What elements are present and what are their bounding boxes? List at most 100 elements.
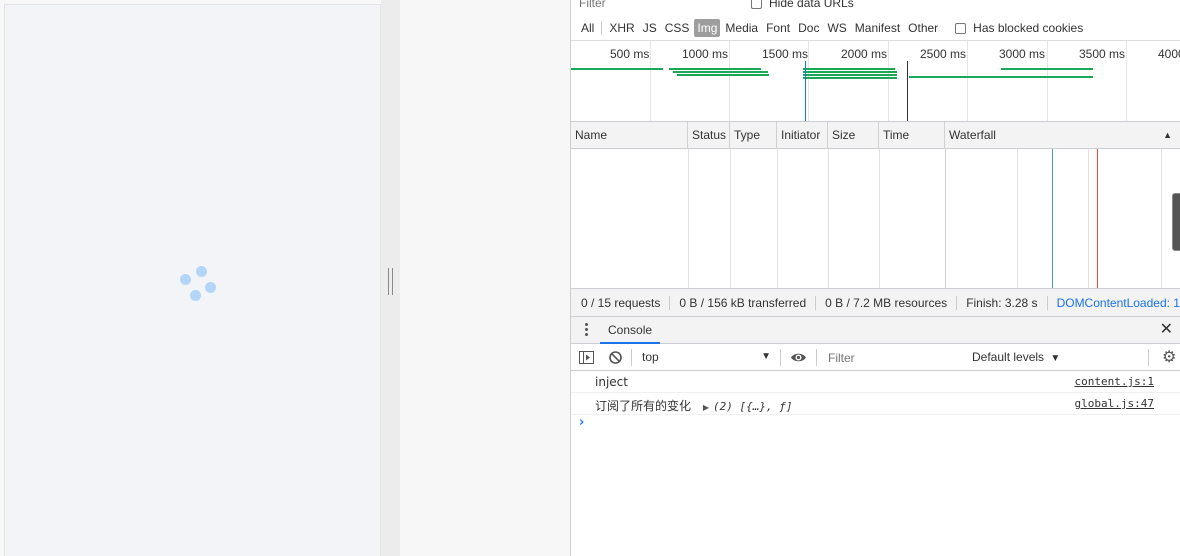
network-filter-input[interactable] [577,0,737,10]
network-filter-row: Hide data URLs [571,0,1180,12]
console-message-source-link[interactable]: global.js:47 [1075,397,1154,410]
column-waterfall[interactable]: Waterfall [945,122,1180,149]
waterfall-scrollbar[interactable] [1172,193,1180,251]
live-expression-eye-icon[interactable] [790,350,807,365]
overview-request-bar [1001,68,1093,70]
column-divider [828,149,829,288]
console-message: 订阅了所有的变化 ▶ (2) [{…}, ƒ] global.js:47 [571,393,1180,415]
execution-context-value: top [642,350,659,364]
column-divider [688,149,689,288]
type-filter-separator [601,21,603,35]
type-filter-img[interactable]: Img [694,19,721,37]
hide-data-urls-checkbox[interactable] [751,0,762,9]
console-message-source-link[interactable]: content.js:1 [1075,375,1154,388]
toolbar-separator [1148,349,1149,366]
type-filter-ws[interactable]: WS [824,19,849,37]
network-overview-timeline[interactable]: 500 ms 1000 ms 1500 ms 2000 ms 2500 ms 3… [571,40,1180,122]
loading-spinner [177,264,219,304]
requests-table-header: Name Status Type Initiator Size Time Wat… [571,121,1180,149]
overview-request-bar [571,68,663,70]
column-divider [945,149,946,288]
console-filter-input[interactable] [825,348,963,367]
toolbar-separator [780,349,781,366]
more-tabs-icon[interactable] [584,322,590,338]
type-filter-doc[interactable]: Doc [795,19,822,37]
summary-transferred: 0 B / 156 kB transferred [679,295,817,310]
timeline-gridline [888,41,889,122]
timeline-tick-label: 2500 ms [920,47,967,61]
device-viewport [4,4,381,556]
column-time[interactable]: Time [879,122,945,149]
column-status[interactable]: Status [688,122,730,149]
console-toolbar: top ▼ Default levels ▼ ⚙ [571,344,1180,371]
type-filter-manifest[interactable]: Manifest [852,19,903,37]
timeline-gridline [650,41,651,122]
drawer-tab-bar: Console ✕ [571,316,1180,344]
devtools-panel: Hide data URLs All XHR JS CSS Img Media … [570,0,1180,556]
close-icon[interactable]: ✕ [1160,321,1173,339]
console-message-content: 订阅了所有的变化 ▶ (2) [{…}, ƒ] [595,397,792,414]
column-divider [879,149,880,288]
column-divider [730,149,731,288]
clear-console-icon[interactable] [608,350,623,365]
console-settings-gear-icon[interactable]: ⚙ [1162,348,1180,367]
execution-context-select[interactable]: top ▼ [638,347,774,367]
tab-console[interactable]: Console [600,317,661,344]
object-preview[interactable]: (2) [{…}, ƒ] [713,400,792,413]
type-filter-js[interactable]: JS [640,19,660,37]
timeline-gridline [1126,41,1127,122]
timeline-tick-label: 3500 ms [1079,47,1126,61]
column-name[interactable]: Name [571,122,688,149]
log-levels-dropdown[interactable]: Default levels ▼ [972,344,1060,372]
type-filter-all[interactable]: All [578,19,597,37]
expand-triangle-icon[interactable]: ▶ [703,403,709,412]
overview-request-bar [909,76,1093,78]
load-line [1097,149,1098,288]
timeline-tick-label: 2000 ms [841,47,888,61]
overview-request-bar [803,77,897,79]
timeline-tick-label: 3000 ms [999,47,1046,61]
hide-data-urls-label: Hide data URLs [769,0,854,10]
waterfall-gridline [1088,149,1089,288]
has-blocked-cookies-label: Has blocked cookies [973,21,1084,35]
show-sidebar-icon[interactable] [579,350,594,365]
timeline-tick-label: 4000 ms [1158,47,1180,61]
resize-handle[interactable] [388,268,393,295]
timeline-tick-label: 1000 ms [682,47,729,61]
column-size[interactable]: Size [828,122,879,149]
overview-request-bar [669,68,761,70]
overview-request-bar [803,74,897,76]
requests-table-body [571,149,1180,288]
toolbar-separator [631,349,632,366]
has-blocked-cookies-toggle[interactable]: Has blocked cookies [955,21,1083,35]
type-filter-other[interactable]: Other [905,19,941,37]
dom-content-loaded-marker [805,61,806,122]
type-filter-media[interactable]: Media [722,19,761,37]
type-filter-css[interactable]: CSS [662,19,693,37]
timeline-gridline [1047,41,1048,122]
summary-resources: 0 B / 7.2 MB resources [825,295,958,310]
waterfall-gridline [1017,149,1018,288]
overview-request-bar [673,71,768,73]
timeline-gridline [967,41,968,122]
column-type[interactable]: Type [730,122,777,149]
console-message: inject content.js:1 [571,371,1180,393]
network-summary-bar: 0 / 15 requests 0 B / 156 kB transferred… [571,288,1180,316]
column-initiator[interactable]: Initiator [777,122,828,149]
toolbar-separator [816,349,817,366]
summary-finish: Finish: 3.28 s [966,295,1048,310]
type-filter-xhr[interactable]: XHR [606,19,637,37]
has-blocked-cookies-checkbox[interactable] [955,22,967,34]
timeline-tick-label: 1500 ms [762,47,809,61]
console-prompt-icon[interactable]: › [579,415,584,430]
sort-ascending-icon[interactable]: ▲ [1163,122,1172,149]
console-message-text: inject [595,375,628,389]
resource-type-filter: All XHR JS CSS Img Media Font Doc WS Man… [571,17,1180,39]
timeline-tick-label: 500 ms [610,47,650,61]
overview-request-bar [803,68,895,70]
summary-domcontentloaded: DOMContentLoaded: 1.47 s [1056,295,1180,310]
overview-request-bar [677,74,769,76]
timeline-gridline [729,41,730,122]
hide-data-urls-toggle[interactable]: Hide data URLs [751,0,854,10]
type-filter-font[interactable]: Font [763,19,793,37]
